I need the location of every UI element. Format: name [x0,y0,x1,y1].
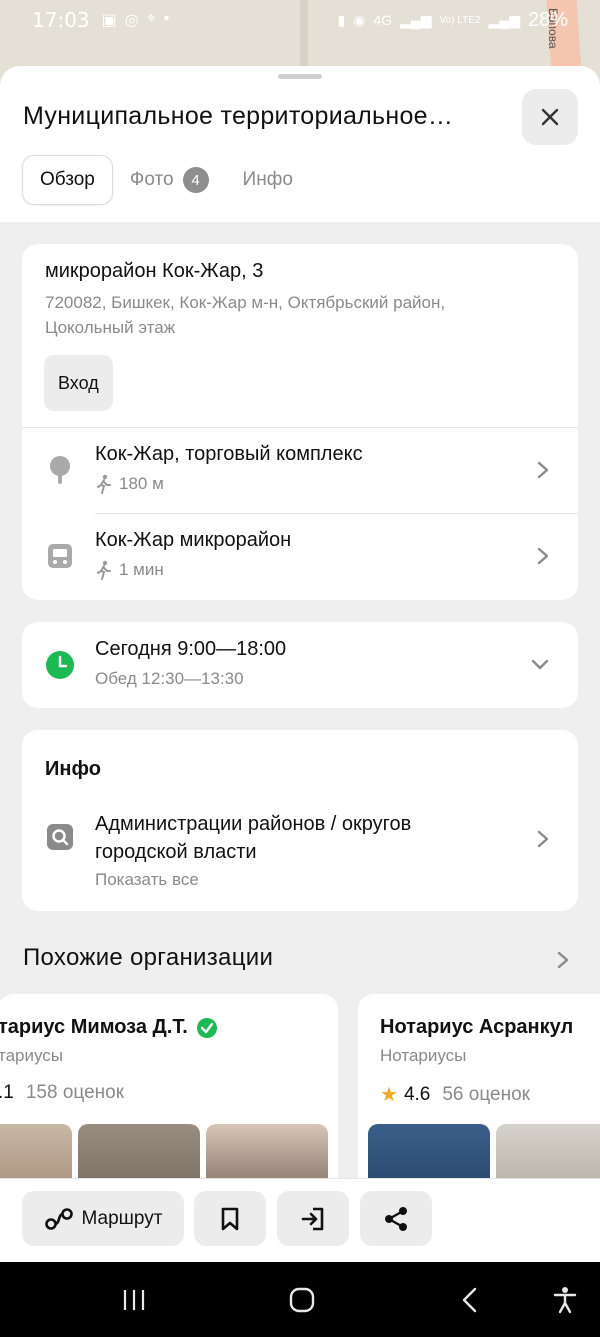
address-floor: Цокольный этаж [45,318,176,337]
chevron-right-icon [537,547,549,565]
nearby-distance: 180 м [95,474,164,494]
star-icon: ★ [380,1084,398,1106]
tab-label: Инфо [242,169,293,190]
entrance-icon [301,1207,324,1230]
chevron-down-icon [531,659,549,670]
walk-icon [97,474,111,494]
tab-photos[interactable]: Фото 4 [113,155,226,205]
org-name: тариус Мимоза Д.Т. [0,1016,218,1039]
close-icon [541,108,559,126]
review-count: 158 оценок [25,1082,125,1103]
address-details: 720082, Бишкек, Кок-Жар м-н, Октябрьский… [45,290,555,340]
nearby-title: Кок-Жар микрорайон [95,529,292,551]
distance-value: 180 м [119,474,164,493]
tab-info[interactable]: Инфо [226,155,310,205]
info-card: Инфо Администрации районов / округов гор… [22,730,578,911]
clock-icon [46,651,74,679]
photo-count-badge: 4 [182,167,209,193]
org-category: Нотариусы [380,1046,467,1065]
home-icon[interactable] [286,1284,318,1316]
org-category: тариусы [0,1046,64,1065]
org-name: Нотариус Асранкул [380,1016,574,1038]
nearby-row-mall[interactable]: Кок-Жар, торговый комплекс 180 м [22,427,578,513]
drag-handle[interactable] [278,74,322,79]
bookmark-button[interactable] [194,1191,266,1246]
search-category-icon [47,824,73,850]
walk-icon [97,560,111,580]
signal-icon: ▂▄▆ [400,11,432,28]
org-rating: .1 158 оценок [0,1082,124,1104]
status-right: ▮ ◉ 4G ▂▄▆ Vo) LTE2 ▂▄▆ 28% [337,9,568,32]
share-icon [385,1206,407,1231]
chevron-right-icon[interactable] [556,950,570,970]
signal-icon: ▂▄▆ [488,11,520,28]
nearby-distance: 1 мин [95,560,164,580]
verified-icon [196,1017,217,1038]
system-nav-bar [0,1262,600,1337]
back-icon[interactable] [455,1284,487,1316]
bus-icon [48,544,72,568]
org-name-text: тариус Мимоза Д.Т. [0,1016,188,1038]
chevron-right-icon [537,830,549,848]
address-line: 720082, Бишкек, Кок-Жар м-н, Октябрьский… [45,293,446,312]
tab-label: Фото [129,169,174,190]
category-link[interactable]: Администрации районов / округов городско… [95,810,515,866]
review-count: 56 оценок [442,1083,530,1105]
battery-saver-icon: ▮ [337,11,346,28]
tab-overview[interactable]: Обзор [22,155,113,205]
similar-heading[interactable]: Похожие организации [23,944,273,972]
address-card: микрорайон Кок-Жар, 3 720082, Бишкек, Ко… [22,244,578,600]
show-all-link[interactable]: Показать все [95,870,199,890]
bookmark-icon [221,1207,239,1230]
sheet-header: Муниципальное территориальное… Обзор Фот… [0,66,600,222]
dot-icon: • [163,10,170,27]
tabs: Обзор Фото 4 Инфо [22,155,310,205]
whatsapp-icon: ◎ [124,12,139,29]
nearby-title: Кок-Жар, торговый комплекс [95,443,363,465]
entrance-button[interactable] [277,1191,349,1246]
status-time: 17:03 [32,8,90,32]
network-type: 4G [373,12,393,28]
route-button[interactable]: Маршрут [22,1191,184,1246]
hours-card[interactable]: Сегодня 9:00—18:00 Обед 12:30—13:30 [22,622,578,708]
accessibility-icon[interactable] [549,1284,581,1316]
rating-value: 4.6 [403,1083,431,1105]
route-label: Маршрут [81,1207,163,1229]
action-bar: Маршрут [0,1178,600,1262]
hours-lunch: Обед 12:30—13:30 [95,669,244,688]
route-icon [44,1207,73,1230]
address-title[interactable]: микрорайон Кок-Жар, 3 [45,260,263,283]
info-heading: Инфо [45,758,101,780]
share-button[interactable] [360,1191,432,1246]
status-bar: 17:03 ▣ ◎ ⌖ • ▮ ◉ 4G ▂▄▆ Vo) LTE2 ▂▄▆ 28… [0,0,600,40]
page-title: Муниципальное территориальное… [23,102,454,130]
location-icon: ⌖ [146,10,156,27]
image-icon: ▣ [101,12,117,29]
chevron-right-icon [537,461,549,479]
category-text: городской власти [95,841,257,863]
distance-value: 1 мин [119,560,164,579]
tree-pin-icon [50,456,70,484]
rating-value: .1 [0,1082,14,1103]
category-text: Администрации районов / округов [95,813,412,835]
org-rating: ★ 4.6 56 оценок [380,1082,530,1107]
recent-apps-icon[interactable] [118,1284,150,1316]
hotspot-icon: ◉ [353,11,366,28]
close-button[interactable] [522,89,578,145]
lte-label: Vo) LTE2 [439,14,481,26]
nearby-row-bus[interactable]: Кок-Жар микрорайон 1 мин [22,513,578,599]
tab-label: Обзор [40,169,95,190]
place-sheet: Муниципальное территориальное… Обзор Фот… [0,66,600,1266]
entrance-button[interactable]: Вход [44,355,113,411]
battery-level: 28% [527,8,568,31]
notification-icons: ▣ ◎ ⌖ • [102,10,170,30]
similar-carousel[interactable]: тариус Мимоза Д.Т. тариусы .1 158 оценок… [0,994,600,1254]
hours-today: Сегодня 9:00—18:00 [95,638,287,660]
